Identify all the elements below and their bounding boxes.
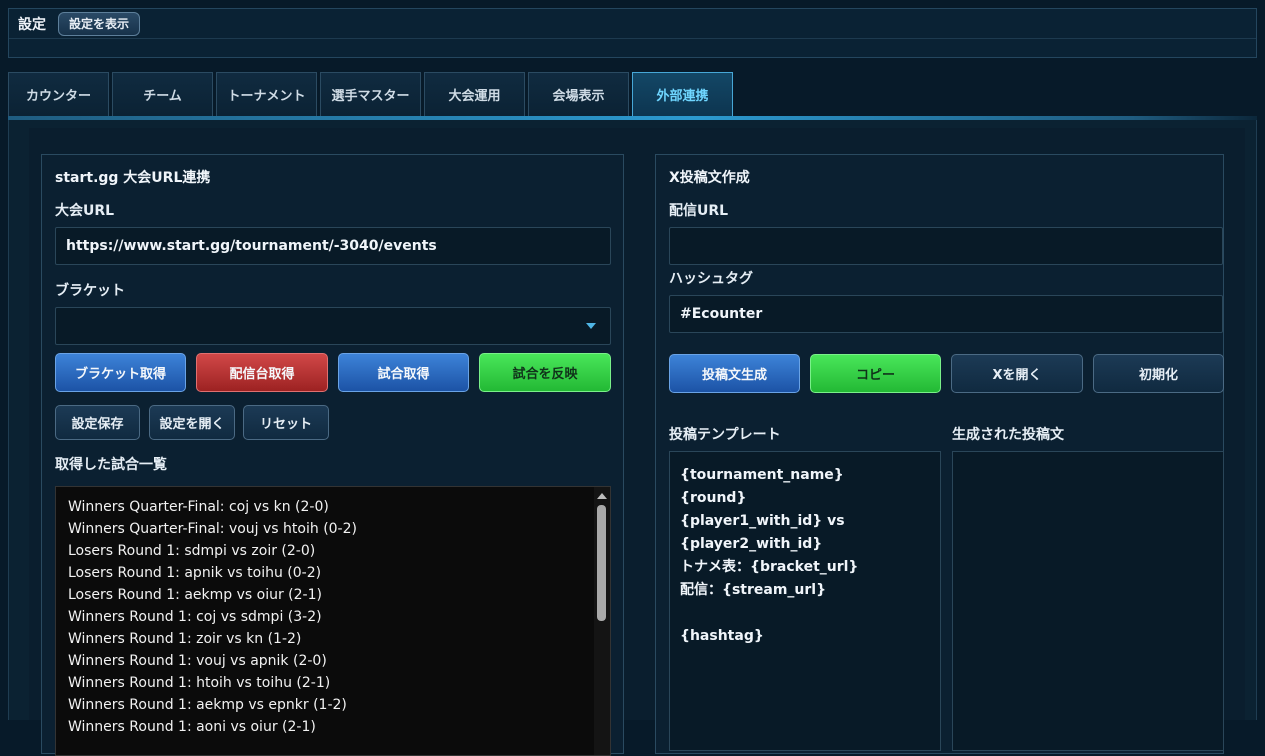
generated-post-textarea[interactable] [952, 451, 1224, 751]
post-template-label: 投稿テンプレート [669, 427, 781, 443]
tournament-url-input[interactable]: https://www.start.gg/tournament/-3040/ev… [55, 227, 611, 265]
list-item[interactable]: Winners Quarter-Final: vouj vs htoih (0-… [68, 518, 610, 540]
match-list-label: 取得した試合一覧 [55, 457, 167, 473]
list-item[interactable]: Winners Round 1: htoih vs toihu (2-1) [68, 672, 610, 694]
scroll-up-arrow-icon[interactable] [597, 493, 607, 499]
match-list[interactable]: Winners Quarter-Final: coj vs kn (2-0) W… [55, 486, 611, 756]
content-inner: start.gg 大会URL連携 大会URL https://www.start… [29, 128, 1245, 756]
stream-url-input[interactable] [669, 227, 1223, 265]
x-post-panel: X投稿文作成 配信URL ハッシュタグ #Ecounter 投稿文生成 コピー … [655, 154, 1224, 754]
list-item[interactable]: Winners Round 1: aoni vs oiur (2-1) [68, 716, 610, 738]
list-item[interactable]: Losers Round 1: sdmpi vs zoir (2-0) [68, 540, 610, 562]
stream-url-label: 配信URL [669, 203, 729, 219]
settings-title: 設定 [18, 16, 46, 33]
initialize-button[interactable]: 初期化 [1093, 354, 1224, 393]
fetch-matches-button[interactable]: 試合取得 [338, 353, 469, 392]
post-template-text: {tournament_name} {round} {player1_with_… [680, 467, 859, 644]
generated-post-text [953, 452, 1223, 476]
startgg-panel-title: start.gg 大会URL連携 [55, 170, 211, 186]
tab-team[interactable]: チーム [112, 72, 213, 116]
save-settings-button[interactable]: 設定保存 [55, 405, 140, 440]
list-item[interactable]: Losers Round 1: apnik vs toihu (0-2) [68, 562, 610, 584]
tab-counter[interactable]: カウンター [8, 72, 109, 116]
content-frame: start.gg 大会URL連携 大会URL https://www.start… [8, 120, 1257, 756]
reset-button[interactable]: リセット [243, 405, 329, 440]
scrollbar-thumb[interactable] [597, 505, 606, 621]
startgg-panel: start.gg 大会URL連携 大会URL https://www.start… [41, 154, 624, 756]
fetch-bracket-button[interactable]: ブラケット取得 [55, 353, 186, 392]
tab-external-integration[interactable]: 外部連携 [632, 72, 733, 116]
hashtag-label: ハッシュタグ [669, 271, 753, 287]
tournament-url-label: 大会URL [55, 203, 115, 219]
generate-post-button[interactable]: 投稿文生成 [669, 354, 800, 393]
tab-event-operation[interactable]: 大会運用 [424, 72, 525, 116]
bracket-label: ブラケット [55, 283, 125, 299]
chevron-down-icon [586, 323, 596, 329]
show-settings-button[interactable]: 設定を表示 [58, 11, 141, 36]
bracket-select[interactable] [55, 307, 611, 345]
list-item[interactable]: Losers Round 1: aekmp vs oiur (2-1) [68, 584, 610, 606]
hashtag-input[interactable]: #Ecounter [669, 295, 1223, 333]
tab-venue-display[interactable]: 会場表示 [528, 72, 629, 116]
list-item[interactable]: Winners Round 1: aekmp vs epnkr (1-2) [68, 694, 610, 716]
copy-button[interactable]: コピー [810, 354, 941, 393]
list-item[interactable]: Winners Round 1: zoir vs kn (1-2) [68, 628, 610, 650]
apply-match-button[interactable]: 試合を反映 [479, 353, 611, 392]
settings-bar: 設定 設定を表示 [8, 8, 1257, 58]
fetch-stream-button[interactable]: 配信台取得 [196, 353, 328, 392]
tab-bar: カウンター チーム トーナメント 選手マスター 大会運用 会場表示 外部連携 [8, 72, 736, 117]
tab-tournament[interactable]: トーナメント [216, 72, 317, 116]
open-x-button[interactable]: Xを開く [951, 354, 1083, 393]
generated-post-label: 生成された投稿文 [952, 427, 1064, 443]
list-item[interactable]: Winners Round 1: coj vs sdmpi (3-2) [68, 606, 610, 628]
post-template-textarea[interactable]: {tournament_name} {round} {player1_with_… [669, 451, 941, 751]
match-list-scrollbar[interactable] [594, 487, 610, 755]
x-post-panel-title: X投稿文作成 [669, 170, 750, 186]
list-item[interactable]: Winners Quarter-Final: coj vs kn (2-0) [68, 496, 610, 518]
open-settings-button[interactable]: 設定を開く [149, 405, 235, 440]
list-item[interactable]: Winners Round 1: vouj vs apnik (2-0) [68, 650, 610, 672]
tab-player-master[interactable]: 選手マスター [320, 72, 421, 116]
